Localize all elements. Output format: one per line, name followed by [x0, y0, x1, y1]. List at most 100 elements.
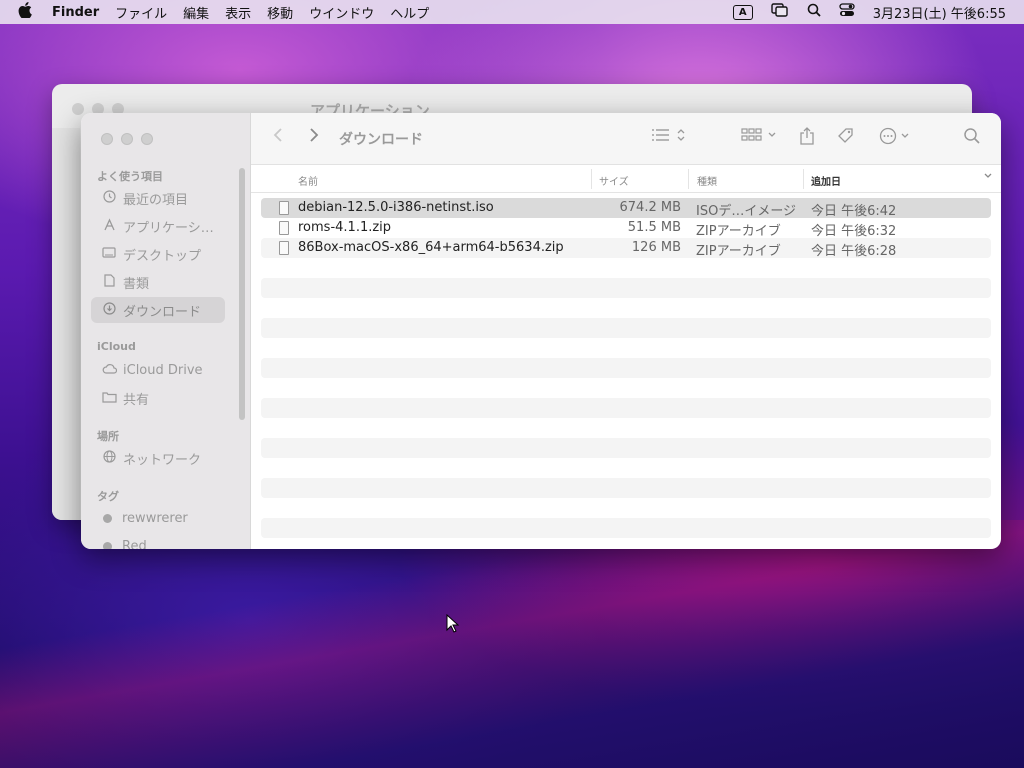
zoom-button[interactable] [141, 133, 153, 145]
file-date-added: 今日 午後6:42 [811, 204, 897, 219]
empty-row [261, 518, 991, 538]
sidebar-item-label: Red [122, 538, 147, 550]
column-divider[interactable] [803, 169, 804, 189]
sidebar-item-label: ダウンロード [123, 304, 202, 320]
sidebar-item-icloud-drive[interactable]: iCloud Drive [91, 357, 225, 383]
sidebar-item-downloads[interactable]: ダウンロード [91, 297, 225, 323]
menu-window[interactable]: ウインドウ [309, 3, 374, 22]
clock-icon [101, 190, 117, 206]
empty-row [261, 258, 991, 278]
tag-icon[interactable] [837, 127, 855, 150]
file-kind: ISOデ…イメージ [696, 204, 797, 219]
file-row[interactable]: debian-12.5.0-i386-netinst.iso 674.2 MB … [261, 198, 991, 219]
sidebar-item-recents[interactable]: 最近の項目 [91, 185, 225, 211]
menu-file[interactable]: ファイル [115, 3, 167, 22]
empty-row [261, 378, 991, 398]
control-center-icon[interactable] [839, 3, 855, 21]
globe-icon [101, 450, 117, 466]
file-kind: ZIPアーカイブ [696, 244, 781, 259]
menu-view[interactable]: 表示 [225, 3, 251, 22]
forward-chevron-icon[interactable] [309, 127, 319, 148]
file-kind: ZIPアーカイブ [696, 224, 781, 239]
sidebar-item-label: iCloud Drive [123, 362, 203, 378]
menu-help[interactable]: ヘルプ [390, 3, 429, 22]
clock-datetime[interactable]: 3月23日(土) 午後6:55 [873, 3, 1006, 22]
menu-bar: Finder ファイル 編集 表示 移動 ウインドウ ヘルプ A 3月23日(土… [0, 0, 1024, 24]
file-date-added: 今日 午後6:32 [811, 224, 897, 239]
group-by-icon[interactable] [741, 127, 779, 148]
window-switch-icon[interactable] [771, 3, 789, 21]
file-name: debian-12.5.0-i386-netinst.iso [298, 200, 494, 215]
zip-file-icon [279, 241, 289, 255]
sidebar-item-desktop[interactable]: デスクトップ [91, 241, 225, 267]
sidebar-item-network[interactable]: ネットワーク [91, 445, 225, 471]
sidebar-item-label: ネットワーク [123, 452, 202, 468]
back-window-sidebar [52, 128, 80, 520]
empty-row [261, 398, 991, 418]
shared-folder-icon [101, 391, 117, 406]
sidebar-item-label: 書類 [123, 276, 150, 292]
file-name: 86Box-macOS-x86_64+arm64-b5634.zip [298, 240, 564, 255]
search-icon[interactable] [963, 127, 981, 150]
apple-logo-icon[interactable] [18, 2, 38, 22]
share-icon[interactable] [799, 127, 815, 150]
sidebar-section-icloud: iCloud [97, 340, 136, 353]
empty-row [261, 438, 991, 458]
sidebar-item-tag-red[interactable]: Red [91, 533, 225, 549]
empty-row [261, 318, 991, 338]
document-icon [101, 274, 117, 290]
column-date-added[interactable]: 追加日 [811, 173, 841, 188]
close-button[interactable] [101, 133, 113, 145]
sidebar-section-tags: タグ [97, 490, 119, 503]
column-divider[interactable] [688, 169, 689, 189]
minimize-button[interactable] [121, 133, 133, 145]
more-actions-icon[interactable] [879, 127, 913, 150]
file-date-added: 今日 午後6:28 [811, 244, 897, 259]
column-header: 名前 サイズ 種類 追加日 [251, 165, 1001, 193]
download-icon [101, 302, 117, 318]
input-mode-indicator[interactable]: A [732, 4, 753, 20]
empty-row [261, 298, 991, 318]
empty-row [261, 418, 991, 438]
sidebar-item-label: アプリケーシ… [123, 220, 214, 236]
sidebar-item-label: 共有 [123, 392, 150, 408]
empty-row [261, 278, 991, 298]
sidebar-item-label: rewwrerer [122, 510, 188, 526]
sidebar-item-applications[interactable]: アプリケーシ… [91, 213, 225, 239]
empty-row [261, 478, 991, 498]
empty-row [261, 458, 991, 478]
sidebar-item-shared[interactable]: 共有 [91, 385, 225, 411]
cloud-icon [101, 363, 117, 377]
search-icon[interactable] [807, 3, 821, 21]
wallpaper [0, 520, 1024, 768]
sidebar-item-documents[interactable]: 書類 [91, 269, 225, 295]
menu-edit[interactable]: 編集 [183, 3, 209, 22]
sidebar-item-label: デスクトップ [123, 248, 202, 264]
file-row[interactable]: roms-4.1.1.zip 51.5 MB ZIPアーカイブ 今日 午後6:3… [261, 218, 991, 239]
menu-go[interactable]: 移動 [267, 3, 293, 22]
back-chevron-icon[interactable] [273, 127, 283, 148]
file-row[interactable]: 86Box-macOS-x86_64+arm64-b5634.zip 126 M… [261, 238, 991, 259]
empty-row [261, 358, 991, 378]
file-list: debian-12.5.0-i386-netinst.iso 674.2 MB … [261, 198, 991, 538]
tag-dot-icon [103, 541, 112, 549]
sidebar-scrollbar[interactable] [239, 168, 245, 420]
menu-app-name[interactable]: Finder [52, 5, 99, 20]
file-size: 674.2 MB [619, 200, 681, 215]
column-name[interactable]: 名前 [298, 173, 318, 188]
sidebar-item-tag-rewwrerer[interactable]: rewwrerer [91, 505, 225, 531]
applications-icon [101, 218, 117, 234]
file-size: 51.5 MB [627, 220, 681, 235]
zip-file-icon [279, 221, 289, 235]
column-kind[interactable]: 種類 [697, 173, 717, 188]
list-view-icon[interactable] [651, 127, 687, 148]
sidebar-section-favorites: よく使う項目 [97, 170, 163, 183]
file-size: 126 MB [631, 240, 681, 255]
sidebar-section-locations: 場所 [97, 430, 119, 443]
column-divider[interactable] [591, 169, 592, 189]
sidebar: よく使う項目 最近の項目 アプリケーシ… デスクトップ 書類 ダウンロード iC… [81, 113, 251, 549]
sort-chevron-down-icon[interactable] [983, 171, 993, 184]
column-size[interactable]: サイズ [599, 173, 629, 188]
finder-window[interactable]: よく使う項目 最近の項目 アプリケーシ… デスクトップ 書類 ダウンロード iC… [81, 113, 1001, 549]
desktop-icon [101, 246, 117, 262]
